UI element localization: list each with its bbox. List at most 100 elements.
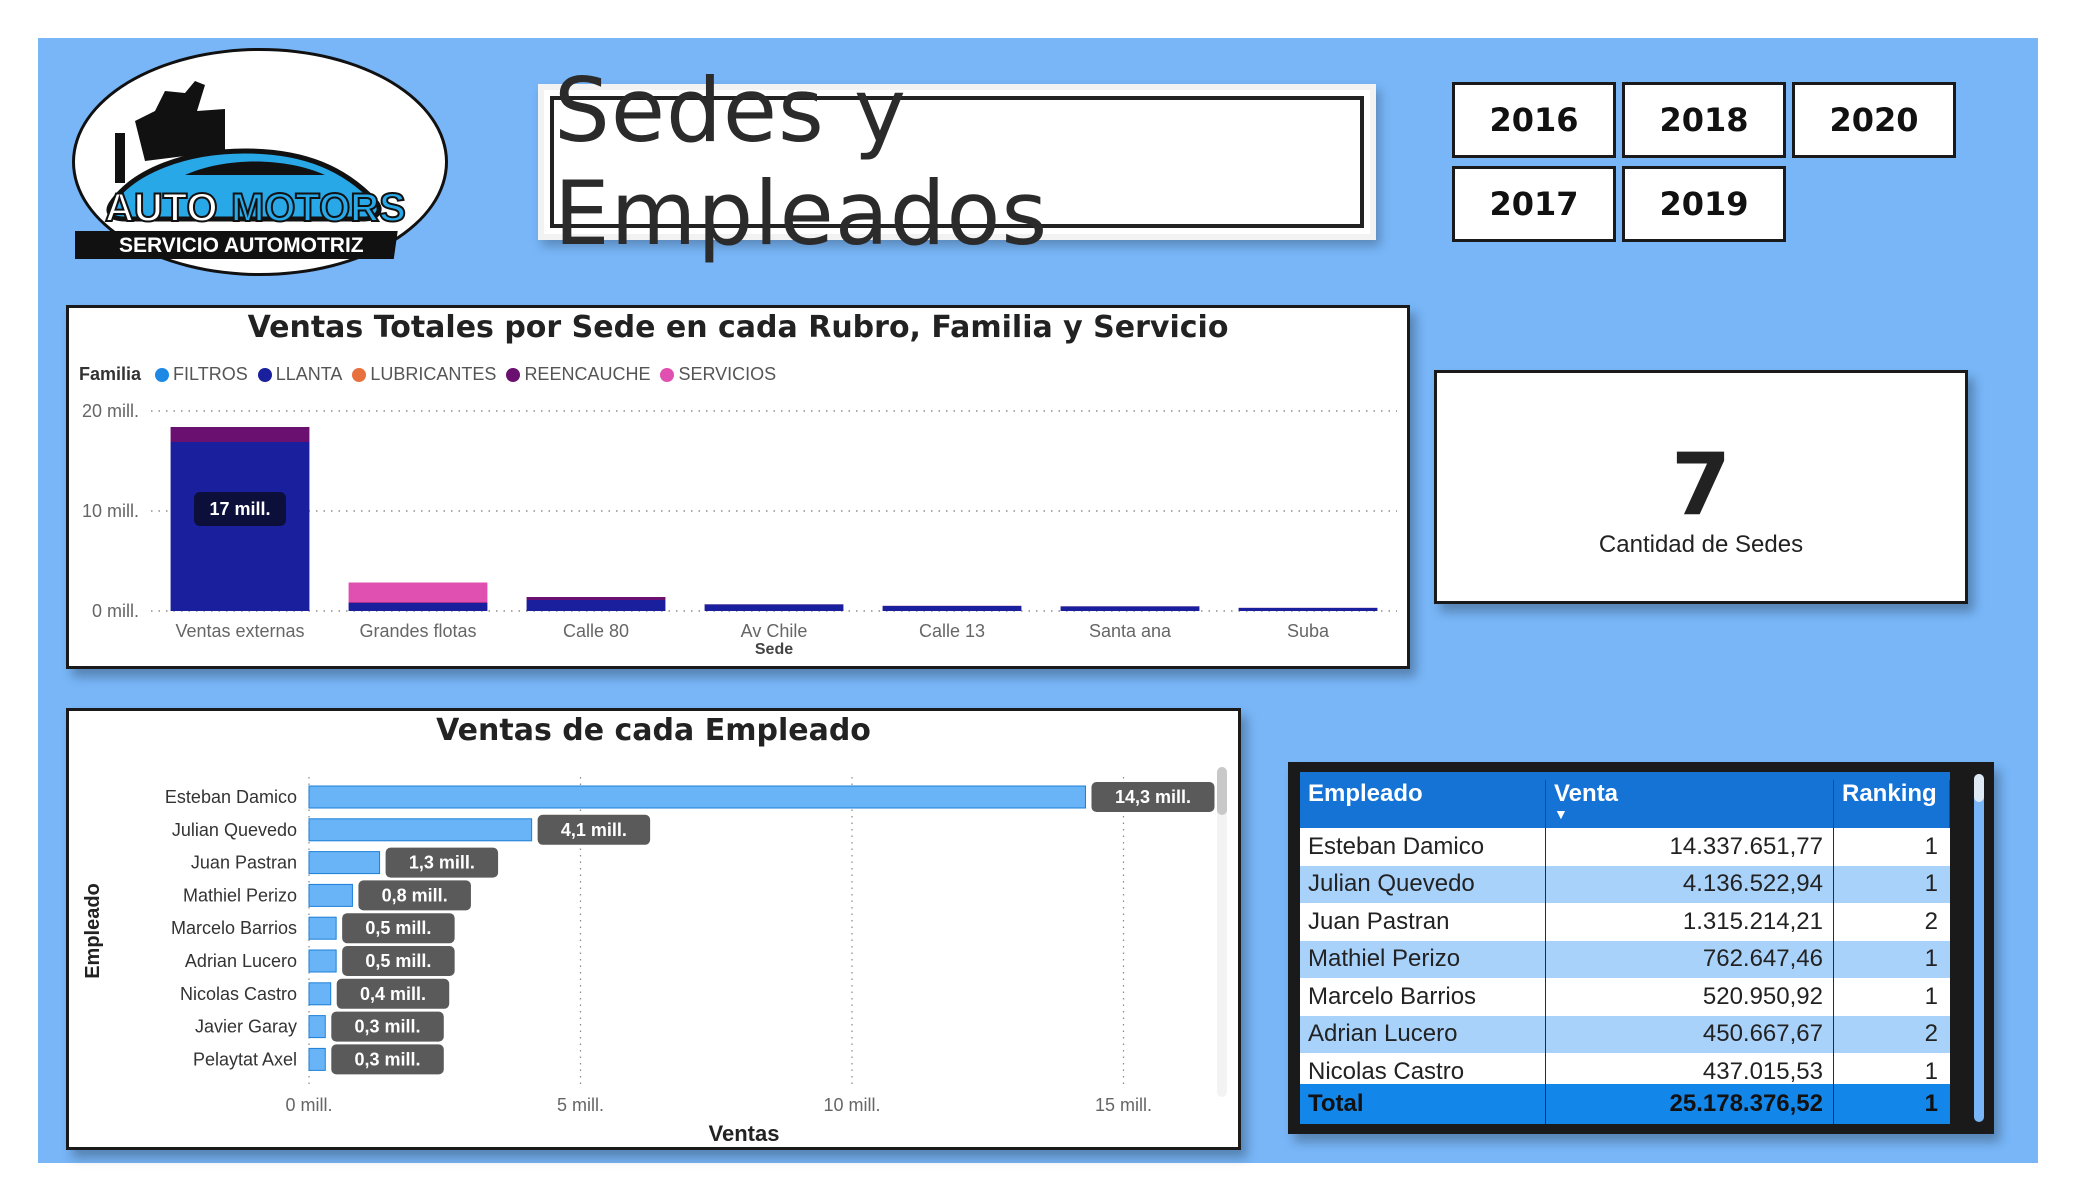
cell-ranking: 1 <box>1924 1057 1938 1084</box>
bar-segment-reencauche <box>348 602 488 603</box>
cell-empleado: Esteban Damico <box>1300 828 1546 866</box>
table-body: Esteban Damico 14.337.651,77 1 Julian Queve… <box>1300 828 1950 1084</box>
value-label: 1,3 mill. <box>409 853 475 873</box>
table-row[interactable]: Nicolas Castro 437.015,53 1 <box>1300 1053 1950 1084</box>
bar-segment-llanta <box>170 442 310 611</box>
table-row[interactable]: Marcelo Barrios 520.950,92 1 <box>1300 978 1950 1016</box>
bar-segment-llanta <box>882 606 1022 611</box>
y-tick-label: Esteban Damico <box>165 787 297 807</box>
column-header-ranking[interactable]: Ranking <box>1834 780 1950 828</box>
value-label: 0,8 mill. <box>382 885 448 905</box>
value-label: 0,3 mill. <box>355 1049 421 1069</box>
table-total-row: Total 25.178.376,52 1 <box>1300 1084 1950 1124</box>
kpi-card: 7 Cantidad de Sedes <box>1434 370 1968 604</box>
bar-segment-llanta <box>704 604 844 611</box>
cell-ranking: 1 <box>1924 945 1938 973</box>
sort-descending-icon: ▼ <box>1554 806 1568 822</box>
y-axis-title: Empleado <box>82 883 104 979</box>
cell-ranking: 1 <box>1924 870 1938 898</box>
cell-empleado: Marcelo Barrios <box>1300 978 1546 1016</box>
y-tick-label: Julian Quevedo <box>172 820 297 840</box>
logo-engine-shape <box>135 81 225 161</box>
cell-venta: 762.647,46 <box>1546 940 1834 978</box>
x-tick-label: Suba <box>1287 621 1330 641</box>
year-button-2017[interactable]: 2017 <box>1452 166 1616 242</box>
table-row[interactable]: Mathiel Perizo 762.647,46 1 <box>1300 940 1950 978</box>
sede-chart-panel: Ventas Totales por Sede en cada Rubro, F… <box>66 305 1410 669</box>
total-venta: 25.178.376,52 <box>1546 1084 1834 1124</box>
y-tick-label: 20 mill. <box>82 401 139 421</box>
year-button-2020[interactable]: 2020 <box>1792 82 1956 158</box>
x-tick-label: 5 mill. <box>557 1095 604 1115</box>
x-tick-label: Ventas externas <box>175 621 304 641</box>
bar-segment-llanta <box>1060 606 1200 611</box>
cell-empleado: Juan Pastran <box>1300 903 1546 941</box>
year-button-2018[interactable]: 2018 <box>1622 82 1786 158</box>
table-row[interactable]: Adrian Lucero 450.667,67 2 <box>1300 1015 1950 1053</box>
logo-brand-auto: AUTO <box>105 186 218 230</box>
table-header-row: Empleado Venta ▼ Ranking <box>1300 772 1950 828</box>
table-scrollbar[interactable] <box>1974 774 1984 1122</box>
x-tick-label: Santa ana <box>1089 621 1172 641</box>
cell-ranking: 2 <box>1924 907 1938 935</box>
cell-ranking: 2 <box>1924 1020 1938 1048</box>
empleado-chart-scrollbar[interactable] <box>1217 767 1227 1097</box>
table-row[interactable]: Julian Quevedo 4.136.522,94 1 <box>1300 865 1950 903</box>
value-label: 4,1 mill. <box>561 820 627 840</box>
cell-empleado: Julian Quevedo <box>1300 865 1546 903</box>
y-tick-label: Juan Pastran <box>191 853 297 873</box>
logo-graphic: AUTO MOTORS SERVICIO AUTOMOTRIZ <box>65 81 407 259</box>
x-tick-label: Grandes flotas <box>359 621 476 641</box>
x-tick-label: 10 mill. <box>823 1095 880 1115</box>
sede-chart-plot: 20 mill. 10 mill. 0 mill. Ventas externas Gr… <box>82 401 1397 658</box>
column-header-venta-label: Venta <box>1554 780 1619 807</box>
year-button-2019[interactable]: 2019 <box>1622 166 1786 242</box>
kpi-value: 7 <box>1671 435 1731 535</box>
column-header-venta[interactable]: Venta ▼ <box>1546 780 1834 828</box>
bar-segment-reencauche <box>170 427 310 442</box>
page-title: Sedes y Empleados <box>550 59 1364 265</box>
cell-venta: 437.015,53 <box>1546 1053 1834 1084</box>
employee-bar <box>308 1047 326 1071</box>
cell-venta: 450.667,67 <box>1546 1015 1834 1053</box>
employee-bar <box>308 949 337 973</box>
x-tick-label: Calle 80 <box>563 621 629 641</box>
value-label: 0,5 mill. <box>365 918 431 938</box>
employee-bar <box>308 916 337 940</box>
employee-bar <box>308 851 381 875</box>
x-tick-label: Calle 13 <box>919 621 985 641</box>
table-row[interactable]: Juan Pastran 1.315.214,21 2 <box>1300 903 1950 941</box>
y-tick-label: Adrian Lucero <box>185 951 297 971</box>
empleado-table: Empleado Venta ▼ Ranking Esteban Damico 1… <box>1300 772 1950 1124</box>
employee-bar <box>308 1015 326 1039</box>
automotors-logo: AUTO MOTORS SERVICIO AUTOMOTRIZ <box>65 48 448 276</box>
employee-bar <box>308 785 1086 809</box>
bar-segment-llanta <box>348 603 488 611</box>
y-tick-label: Pelaytat Axel <box>193 1049 297 1069</box>
cell-venta: 520.950,92 <box>1546 978 1834 1016</box>
cell-empleado: Mathiel Perizo <box>1300 940 1546 978</box>
employee-bar <box>308 982 332 1006</box>
page-title-card: Sedes y Empleados <box>538 59 1376 265</box>
cell-empleado: Nicolas Castro <box>1300 1053 1546 1084</box>
x-axis-title: Sede <box>755 641 793 658</box>
scrollbar-thumb[interactable] <box>1974 774 1984 802</box>
x-tick-label: 0 mill. <box>285 1095 332 1115</box>
employee-bar <box>308 883 353 907</box>
value-label: 14,3 mill. <box>1115 787 1191 807</box>
y-tick-label: Nicolas Castro <box>180 984 297 1004</box>
table-row[interactable]: Esteban Damico 14.337.651,77 1 <box>1300 828 1950 866</box>
year-button-2016[interactable]: 2016 <box>1452 82 1616 158</box>
value-label: 0,4 mill. <box>360 984 426 1004</box>
y-tick-label: Javier Garay <box>195 1017 297 1037</box>
column-header-empleado[interactable]: Empleado <box>1300 780 1546 828</box>
scrollbar-thumb[interactable] <box>1217 767 1227 815</box>
value-label: 0,5 mill. <box>365 951 431 971</box>
cell-ranking: 1 <box>1924 982 1938 1010</box>
logo-tagline: SERVICIO AUTOMOTRIZ <box>119 234 364 257</box>
x-tick-label: 15 mill. <box>1095 1095 1152 1115</box>
bar-segment-llanta <box>1238 608 1378 611</box>
data-label: 17 mill. <box>209 499 270 519</box>
logo-brand-motors: MOTORS <box>231 186 406 230</box>
cell-empleado: Adrian Lucero <box>1300 1015 1546 1053</box>
